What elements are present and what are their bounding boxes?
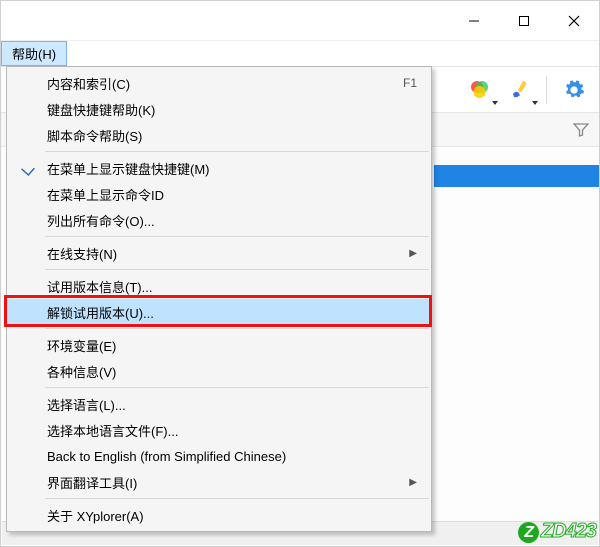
menu-item-label: 选择本地语言文件(F)...	[47, 421, 178, 440]
menu-item-shortcut: F1	[403, 76, 417, 90]
menu-item-label: 环境变量(E)	[47, 336, 116, 355]
menu-item-label: 键盘快捷键帮助(K)	[47, 100, 155, 119]
color-filter-icon	[468, 79, 490, 101]
menu-item[interactable]: 试用版本信息(T)...	[7, 273, 431, 299]
menu-item-label: 脚本命令帮助(S)	[47, 126, 142, 145]
menu-item[interactable]: 环境变量(E)	[7, 332, 431, 358]
menu-item[interactable]: 列出所有命令(O)...	[7, 207, 431, 233]
brush-icon	[508, 79, 530, 101]
submenu-arrow-icon: ▶	[409, 248, 417, 259]
toolbar-separator	[546, 76, 547, 104]
submenu-arrow-icon: ▶	[409, 477, 417, 488]
menu-item[interactable]: 在菜单上显示命令ID	[7, 181, 431, 207]
color-filter-button[interactable]	[462, 73, 496, 107]
menu-item[interactable]: 内容和索引(C) F1	[7, 70, 431, 96]
menu-item-label: 内容和索引(C)	[47, 74, 130, 93]
menu-item-label: 解锁试用版本(U)...	[47, 303, 154, 322]
menu-item[interactable]: 各种信息(V)	[7, 358, 431, 384]
menu-separator	[45, 236, 429, 237]
menu-help[interactable]: 帮助(H)	[1, 41, 67, 66]
menu-separator	[45, 498, 429, 499]
selected-row[interactable]	[434, 165, 599, 187]
menu-separator	[45, 151, 429, 152]
settings-button[interactable]	[557, 73, 591, 107]
menu-item[interactable]: 选择语言(L)...	[7, 391, 431, 417]
menu-item-label: 选择语言(L)...	[47, 395, 126, 414]
menu-item-label: 在线支持(N)	[47, 244, 117, 263]
menu-item[interactable]: 键盘快捷键帮助(K)	[7, 96, 431, 122]
menu-item-label: 界面翻译工具(I)	[47, 473, 137, 492]
menu-item[interactable]: 在线支持(N) ▶	[7, 240, 431, 266]
menu-item-label: 试用版本信息(T)...	[47, 277, 152, 296]
funnel-icon[interactable]	[573, 122, 589, 138]
menu-item-label: 关于 XYplorer(A)	[47, 506, 144, 525]
brush-button[interactable]	[502, 73, 536, 107]
menu-item[interactable]: Back to English (from Simplified Chinese…	[7, 443, 431, 469]
menu-separator	[45, 387, 429, 388]
titlebar	[1, 1, 599, 41]
menu-item[interactable]: 解锁试用版本(U)...	[7, 299, 431, 325]
menubar: 帮助(H)	[1, 41, 599, 67]
chevron-down-icon	[532, 101, 538, 105]
menu-item-label: Back to English (from Simplified Chinese…	[47, 449, 286, 464]
menu-item-label: 各种信息(V)	[47, 362, 116, 381]
maximize-button[interactable]	[499, 1, 549, 40]
close-button[interactable]	[549, 1, 599, 40]
menu-item[interactable]: 选择本地语言文件(F)...	[7, 417, 431, 443]
menu-item-label: 在菜单上显示键盘快捷键(M)	[47, 159, 210, 178]
menu-item[interactable]: 在菜单上显示键盘快捷键(M)	[7, 155, 431, 181]
menu-item[interactable]: 界面翻译工具(I) ▶	[7, 469, 431, 495]
menu-item-label: 列出所有命令(O)...	[47, 211, 155, 230]
menu-item-label: 在菜单上显示命令ID	[47, 185, 164, 204]
help-dropdown-menu: 内容和索引(C) F1 键盘快捷键帮助(K) 脚本命令帮助(S) 在菜单上显示键盘快捷键…	[6, 66, 432, 532]
menu-item[interactable]: 关于 XYplorer(A)	[7, 502, 431, 528]
minimize-button[interactable]	[449, 1, 499, 40]
gear-icon	[563, 79, 585, 101]
menu-separator	[45, 269, 429, 270]
menu-separator	[45, 328, 429, 329]
menu-item[interactable]: 脚本命令帮助(S)	[7, 122, 431, 148]
chevron-down-icon	[492, 101, 498, 105]
